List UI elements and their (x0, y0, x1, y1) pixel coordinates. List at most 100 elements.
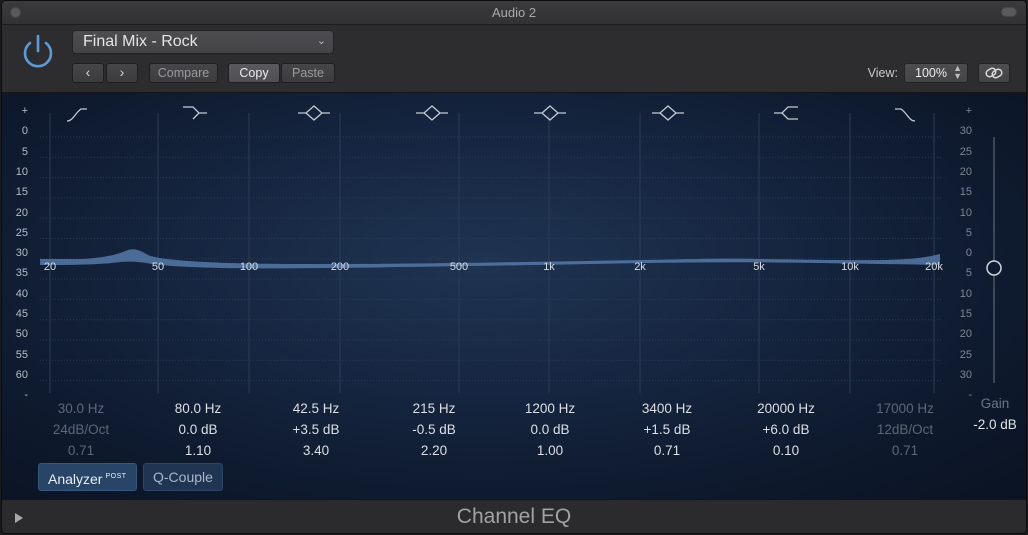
view-label: View: (867, 66, 898, 80)
view-zoom-select[interactable]: 100% ▲ ▼ (904, 63, 968, 83)
band-gain-value[interactable]: -0.5 dB (379, 419, 489, 440)
db-tick-label: 25 (959, 348, 972, 361)
band-gain-value[interactable]: +3.5 dB (261, 419, 371, 440)
band-4-params: 215 Hz -0.5 dB 2.20 (379, 398, 489, 461)
band-q-value[interactable]: 3.40 (261, 440, 371, 461)
frequency-tick-label: 2k (634, 261, 646, 273)
db-tick-label: 15 (959, 308, 972, 320)
band-freq-value[interactable]: 30.0 Hz (26, 398, 136, 419)
band-8-params: 17000 Hz 12dB/Oct 0.71 (850, 398, 960, 461)
paste-button[interactable]: Paste (281, 63, 335, 83)
db-tick-label: 20 (959, 165, 972, 178)
band-gain-value[interactable]: +6.0 dB (731, 419, 841, 440)
preset-name: Final Mix - Rock (83, 33, 198, 50)
low-cut-icon[interactable] (66, 108, 87, 122)
db-tick-label: 35 (15, 267, 28, 280)
db-tick-label: 5 (965, 226, 972, 239)
plugin-header: Final Mix - Rock ⌄ ‹ › Compare Copy Past… (2, 25, 1026, 93)
power-icon[interactable] (17, 31, 59, 73)
band-1-params: 30.0 Hz 24dB/Oct 0.71 (26, 398, 136, 461)
gain-value[interactable]: -2.0 dB (962, 414, 1026, 435)
previous-preset-button[interactable]: ‹ (72, 63, 104, 83)
db-tick-label: 55 (15, 348, 28, 361)
chevron-right-icon: › (119, 64, 125, 80)
band-freq-value[interactable]: 80.0 Hz (143, 398, 253, 419)
link-icon (985, 67, 1003, 79)
view-zoom-value: 100% (915, 66, 947, 80)
title-bar: Audio 2 (2, 1, 1026, 25)
db-tick-label: 30 (959, 125, 972, 138)
high-shelf-icon[interactable] (774, 106, 798, 120)
frequency-tick-label: 500 (449, 261, 469, 273)
band-gain-value[interactable]: 0.0 dB (143, 419, 253, 440)
db-tick-label: 25 (959, 145, 972, 158)
band-gain-value[interactable]: 24dB/Oct (26, 419, 136, 440)
band-freq-value[interactable]: 1200 Hz (495, 398, 605, 419)
frequency-tick-label: 50 (151, 261, 165, 273)
band-7-params: 20000 Hz +6.0 dB 0.10 (731, 398, 841, 461)
db-tick-label: 15 (15, 186, 28, 199)
channel-eq-window: Audio 2 Final Mix - Rock ⌄ ‹ › Compare C… (1, 0, 1027, 534)
band-freq-value[interactable]: 215 Hz (379, 398, 489, 419)
db-tick-label: 0 (965, 247, 972, 260)
bell-icon[interactable] (298, 105, 330, 121)
db-tick-label: + (965, 105, 972, 117)
band-freq-value[interactable]: 20000 Hz (731, 398, 841, 419)
band-6-params: 3400 Hz +1.5 dB 0.71 (612, 398, 722, 461)
db-tick-label: 10 (15, 165, 28, 178)
band-freq-value[interactable]: 42.5 Hz (261, 398, 371, 419)
db-tick-label: 0 (21, 125, 28, 138)
high-cut-icon[interactable] (895, 108, 916, 122)
band-q-value[interactable]: 0.71 (26, 440, 136, 461)
band-3-params: 42.5 Hz +3.5 dB 3.40 (261, 398, 371, 461)
gain-slider-handle[interactable] (986, 260, 1002, 276)
band-q-value[interactable]: 1.00 (495, 440, 605, 461)
plugin-name: Channel EQ (456, 505, 572, 528)
db-tick-label: 10 (959, 287, 972, 300)
compare-button[interactable]: Compare (149, 63, 218, 83)
analyzer-button[interactable]: Analyzer POST (38, 463, 137, 491)
preset-menu[interactable]: Final Mix - Rock ⌄ (72, 30, 334, 54)
plugin-footer: Channel EQ (2, 499, 1026, 533)
db-tick-label: 40 (15, 287, 28, 300)
bell-icon[interactable] (534, 105, 566, 121)
frequency-tick-label: 20 (43, 261, 57, 273)
band-freq-value[interactable]: 17000 Hz (850, 398, 960, 419)
band-gain-value[interactable]: +1.5 dB (612, 419, 722, 440)
next-preset-button[interactable]: › (106, 63, 138, 83)
low-shelf-icon[interactable] (183, 106, 207, 120)
band-q-value[interactable]: 0.71 (612, 440, 722, 461)
band-gain-value[interactable]: 12dB/Oct (850, 419, 960, 440)
band-2-params: 80.0 Hz 0.0 dB 1.10 (143, 398, 253, 461)
db-tick-label: 30 (15, 247, 28, 260)
q-couple-button[interactable]: Q-Couple (143, 463, 223, 491)
gain-parameter: Gain -2.0 dB (962, 393, 1026, 435)
band-q-value[interactable]: 0.71 (850, 440, 960, 461)
copy-button[interactable]: Copy (228, 63, 280, 83)
frequency-tick-label: 100 (239, 261, 259, 273)
bell-icon[interactable] (652, 105, 684, 121)
band-q-value[interactable]: 2.20 (379, 440, 489, 461)
stepper-icon: ▲ ▼ (953, 63, 962, 81)
band-q-value[interactable]: 0.10 (731, 440, 841, 461)
band-5-params: 1200 Hz 0.0 dB 1.00 (495, 398, 605, 461)
toolbar-toggle-button[interactable] (1001, 7, 1017, 17)
db-tick-label: 60 (15, 368, 28, 381)
db-tick-label: 25 (15, 226, 28, 239)
band-gain-value[interactable]: 0.0 dB (495, 419, 605, 440)
bell-icon[interactable] (416, 105, 448, 121)
eq-display[interactable]: +0 5 10 15 20 25 30 35 40 45 50 55 60- +30 25 20 15 10 5 0… (2, 93, 1026, 499)
db-tick-label: 10 (959, 206, 972, 219)
chevron-down-icon: ⌄ (316, 35, 326, 47)
band-freq-value[interactable]: 3400 Hz (612, 398, 722, 419)
eq-grid (40, 113, 942, 393)
db-tick-label: + (21, 105, 28, 117)
db-tick-label: 45 (15, 308, 28, 320)
db-tick-label: 15 (959, 186, 972, 199)
link-button[interactable] (978, 63, 1010, 83)
band-type-icons[interactable] (66, 105, 916, 122)
analyzer-post-badge: POST (105, 473, 127, 480)
db-tick-label: 50 (15, 328, 28, 341)
band-q-value[interactable]: 1.10 (143, 440, 253, 461)
db-tick-label: 20 (959, 328, 972, 341)
